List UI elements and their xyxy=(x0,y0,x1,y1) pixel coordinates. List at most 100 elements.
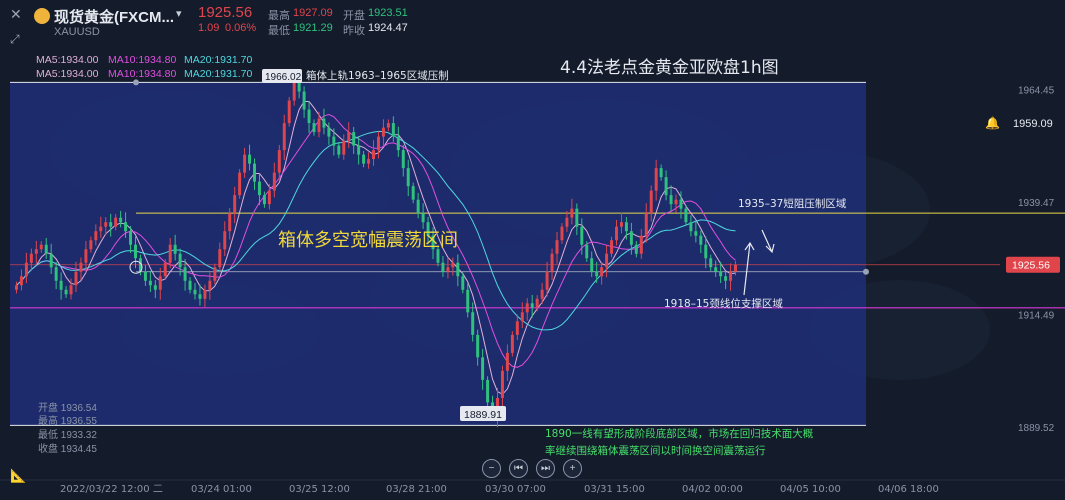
candle-body xyxy=(510,334,514,353)
prev-close-value: 1924.47 xyxy=(368,22,408,34)
candle-body xyxy=(391,123,395,137)
high-label: 最高 xyxy=(268,10,290,22)
candle-body xyxy=(267,190,271,205)
candle-body xyxy=(381,127,385,137)
candle-body xyxy=(729,271,733,281)
y-tick-label: 1964.45 xyxy=(1018,86,1055,97)
candle-body xyxy=(451,262,455,268)
bottom-note-1: 1890一线有望形成阶段底部区域，市场在回归技术面大概 xyxy=(545,427,814,440)
candle-body xyxy=(292,82,296,101)
candle-body xyxy=(406,168,410,187)
expand-icon[interactable]: ⤢ xyxy=(10,32,20,47)
candle-body xyxy=(396,136,400,151)
candle-body xyxy=(615,226,618,241)
candle-body xyxy=(639,235,643,254)
low-value: 1921.29 xyxy=(293,22,333,34)
candle-body xyxy=(709,258,713,268)
candle-body xyxy=(471,312,475,335)
candle-body xyxy=(540,289,544,299)
candle-body xyxy=(148,280,152,286)
box-upper-note: 箱体上轨1963–1965区域压制 xyxy=(306,69,449,82)
candle-body xyxy=(724,276,728,281)
candle-body xyxy=(352,132,356,146)
candle-body xyxy=(644,213,648,236)
candle-body xyxy=(322,118,326,128)
zoom-in-button[interactable]: + xyxy=(563,459,582,478)
scroll-back-button[interactable]: ⏮ xyxy=(509,459,528,478)
candle-body xyxy=(158,276,162,290)
x-tick-label: 03/24 01:00 xyxy=(191,484,252,495)
close-icon[interactable]: ✕ xyxy=(10,6,22,23)
ruler-icon[interactable]: 📐 xyxy=(10,468,26,484)
candle-body xyxy=(634,244,638,254)
candle-body xyxy=(193,289,197,295)
candle-body xyxy=(302,91,306,110)
candle-body xyxy=(456,262,460,277)
y-tick-label: 1914.49 xyxy=(1018,311,1055,322)
candle-body xyxy=(669,195,673,205)
candle-body xyxy=(59,280,63,290)
candle-body xyxy=(223,231,227,250)
candle-body xyxy=(163,262,167,277)
candle-body xyxy=(734,264,738,272)
candle-body xyxy=(49,253,53,268)
line-handle xyxy=(133,79,139,86)
open-label: 开盘 xyxy=(343,10,365,22)
chevron-down-icon[interactable]: ▾ xyxy=(176,7,182,20)
candle-body xyxy=(689,222,693,232)
high-value: 1927.09 xyxy=(293,7,333,19)
candle-body xyxy=(386,123,390,128)
candle-body xyxy=(605,253,609,268)
bell-icon[interactable]: 🔔 xyxy=(985,116,1000,130)
resistance-note: 1935–37短阻压制区域 xyxy=(738,197,847,210)
price-change-pct: 0.06% xyxy=(225,22,257,34)
candle-body xyxy=(520,312,524,322)
candle-body xyxy=(109,222,113,227)
candle-body xyxy=(362,154,366,164)
symbol-name[interactable]: 现货黄金(FXCM... xyxy=(54,6,174,27)
candle-body xyxy=(684,208,688,223)
ohlc-high: 最高 1936.55 xyxy=(38,416,97,427)
candle-body xyxy=(79,262,83,272)
candle-body xyxy=(129,231,133,245)
candle-body xyxy=(654,168,658,191)
candle-body xyxy=(481,357,485,380)
candle-body xyxy=(114,217,118,227)
candle-body xyxy=(203,289,207,299)
candle-body xyxy=(585,244,589,259)
candle-body xyxy=(590,258,594,272)
candle-body xyxy=(515,321,519,335)
candle-body xyxy=(575,208,579,227)
candle-body xyxy=(649,190,653,214)
candle-body xyxy=(560,226,564,241)
scroll-forward-button[interactable]: ⏭ xyxy=(536,459,555,478)
x-tick-label: 03/31 15:00 xyxy=(584,484,645,495)
candle-body xyxy=(89,240,93,250)
candle-body xyxy=(486,379,490,403)
candle-body xyxy=(248,154,252,164)
candle-body xyxy=(565,217,569,227)
alert-price: 1959.09 xyxy=(1013,118,1053,130)
box-top-value: 1966.02 xyxy=(265,72,302,83)
symbol-code: XAUUSD xyxy=(54,26,100,38)
candle-body xyxy=(64,289,68,295)
candle-body xyxy=(421,213,425,223)
candle-body xyxy=(674,199,678,205)
candle-body xyxy=(600,267,604,277)
candle-body xyxy=(173,244,177,254)
zoom-out-button[interactable]: − xyxy=(482,459,501,478)
candle-body xyxy=(411,186,415,200)
candle-body xyxy=(332,136,336,146)
candle-body xyxy=(525,303,529,313)
candle-body xyxy=(376,136,380,151)
candle-body xyxy=(119,217,123,223)
price-change: 1.09 xyxy=(198,22,220,34)
candle-body xyxy=(312,123,316,133)
x-tick-label: 04/02 00:00 xyxy=(682,484,743,495)
y-tick-label: 1939.47 xyxy=(1018,198,1055,209)
candle-body xyxy=(94,231,98,241)
candle-body xyxy=(208,280,212,290)
candle-body xyxy=(213,267,217,281)
candle-body xyxy=(124,222,128,232)
candle-body xyxy=(500,370,504,398)
